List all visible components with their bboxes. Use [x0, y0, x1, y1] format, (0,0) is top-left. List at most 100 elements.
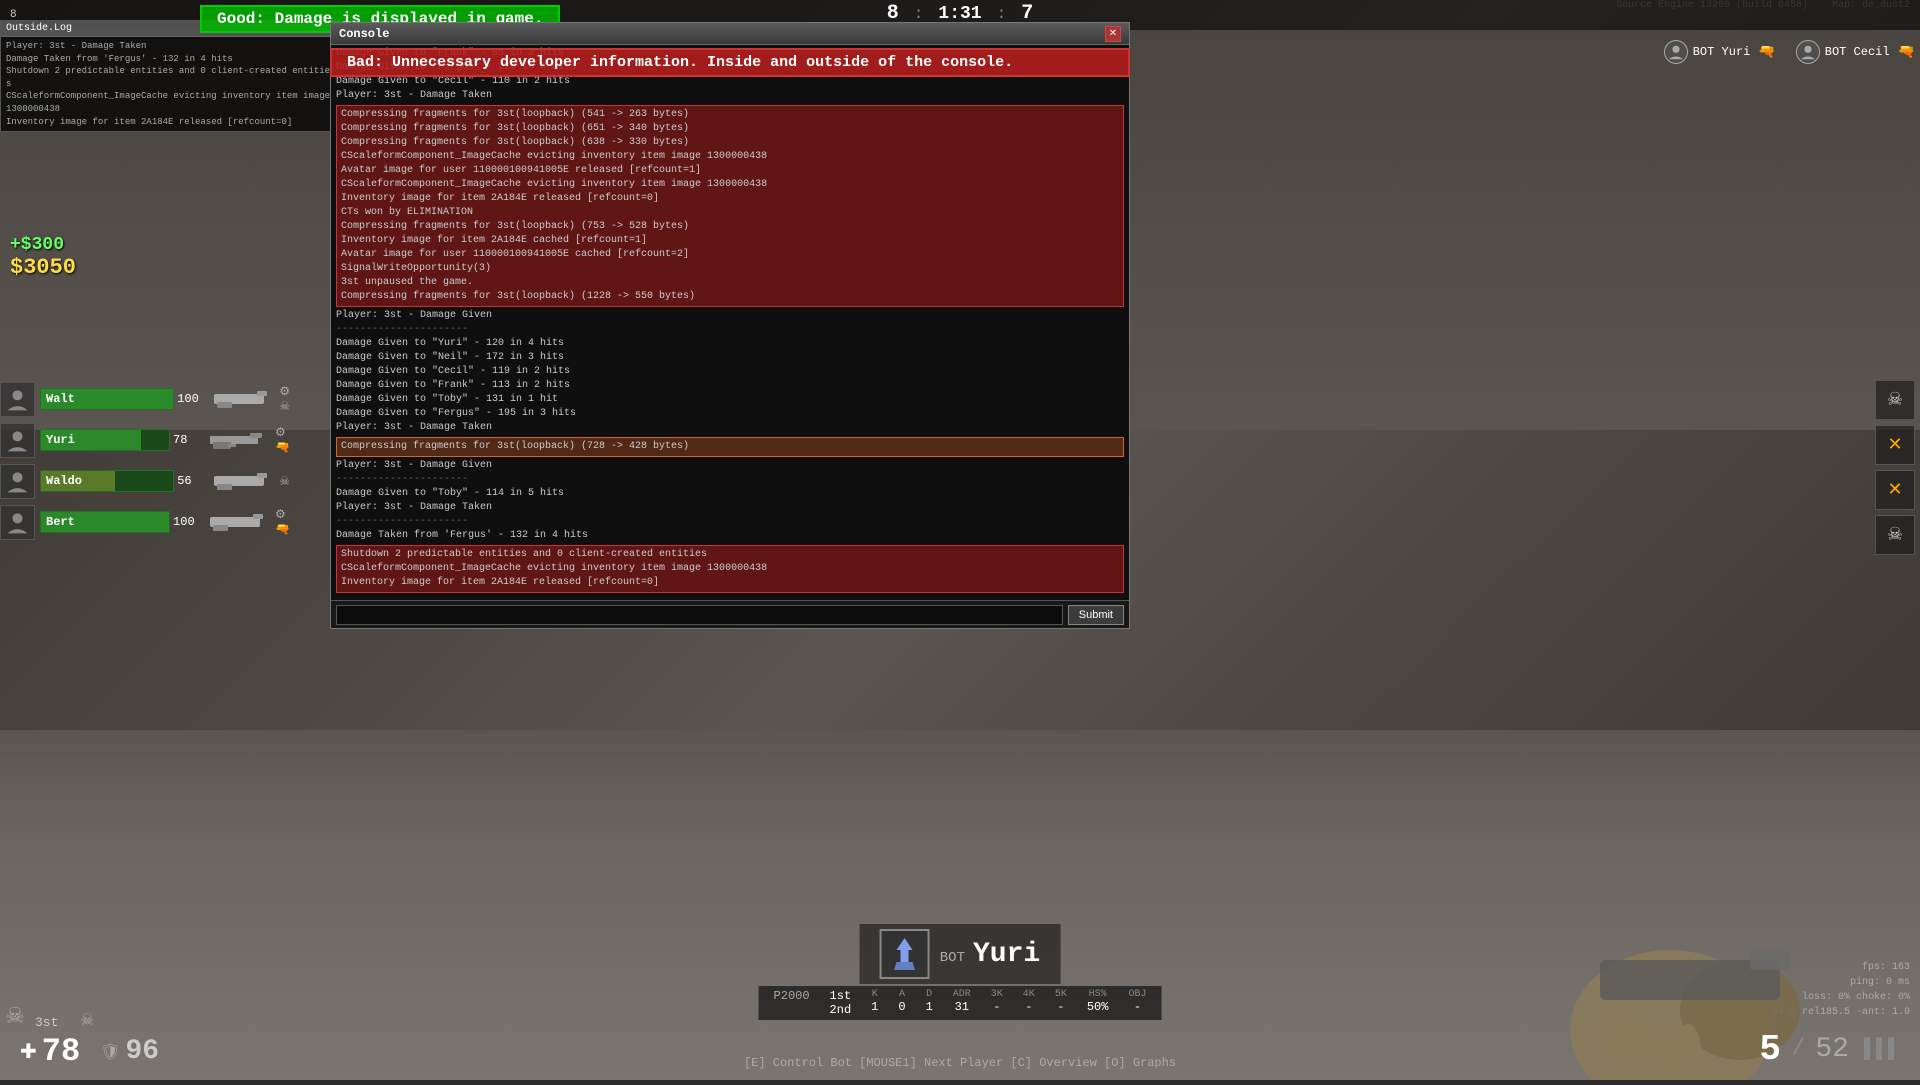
console-red-highlight-17: Compressing fragments for 3st(loopback) …	[336, 105, 1124, 307]
obj-label: OBJ	[1128, 989, 1146, 1000]
right-icon-x1: ✕	[1875, 425, 1915, 465]
outside-log-line-4: Inventory image for item 2A184E released…	[6, 116, 334, 129]
yuri-player-icon	[0, 423, 35, 458]
money-display: +$300 $3050	[10, 235, 76, 280]
bottom-right-hud: 5 / 52 ▌▌▌	[1759, 1029, 1900, 1070]
console-output[interactable]: Player: 3st - Damage Given--------------…	[331, 45, 1129, 600]
walt-health-bar: Walt	[40, 388, 174, 410]
console-line-15: Damage Given to "Cecil" - 110 in 2 hits	[336, 75, 1124, 89]
assists-col: A 0	[898, 989, 905, 1017]
adr-value: 31	[955, 1000, 969, 1014]
console-line-25: Damage Given to "Fergus" - 195 in 3 hits	[336, 407, 1124, 421]
bert-extra-icon-2: 🔫	[275, 522, 290, 537]
right-players-list: BOT Yuri 🔫 BOT Cecil 🔫	[1664, 40, 1920, 64]
yuri-name: BOT Yuri	[1693, 45, 1751, 59]
stats-bar: P2000 1st 2nd K 1 A 0 D 1 ADR 31 3K - 4K…	[759, 986, 1162, 1020]
console-line-28: Player: 3st - Damage Given	[336, 459, 1124, 473]
weapon-name-display: P2000	[774, 989, 810, 1003]
ammo-bars-icon: ▌▌▌	[1864, 1038, 1900, 1061]
4k-col: 4K -	[1023, 989, 1035, 1017]
ammo-current: 5	[1759, 1029, 1781, 1070]
walt-weapon	[207, 389, 277, 409]
bottom-left-hud: ✚ 78 🛡 96	[20, 1033, 159, 1070]
yuri-player-name: Yuri	[46, 433, 75, 447]
yuri-extra-icon-2: 🔫	[275, 440, 290, 455]
waldo-health-bar: Waldo	[40, 470, 174, 492]
kills-value: 1	[871, 1000, 878, 1014]
outside-log-line-3: CScaleformComponent_ImageCache evicting …	[6, 90, 334, 115]
console-title-bar: Console ✕	[331, 23, 1129, 45]
console-line-19: ----------------------	[336, 323, 1124, 337]
console-close-button[interactable]: ✕	[1105, 26, 1121, 42]
walt-extra-icon-1: ⚙	[279, 384, 290, 399]
waldo-extra-icon-1: ☠	[279, 474, 290, 489]
waldo-weapon	[207, 471, 277, 491]
kills-label: K	[872, 989, 878, 1000]
spectating-panel: BOT Yuri P2000 1st 2nd K 1 A 0 D 1 ADR 3…	[759, 924, 1162, 1020]
bert-name: Bert	[46, 515, 75, 529]
console-line-18: Player: 3st - Damage Given	[336, 309, 1124, 323]
player-row-walt: Walt 100 ⚙ ☠	[0, 380, 290, 418]
right-icon-x2: ✕	[1875, 470, 1915, 510]
yuri-hp: 78	[173, 433, 203, 447]
outside-log-line-0: Player: 3st - Damage Taken	[6, 40, 334, 53]
4k-label: 4K	[1023, 989, 1035, 1000]
console-line-33: Damage Taken from 'Fergus' - 132 in 4 hi…	[336, 529, 1124, 543]
rank-col: 1st 2nd	[830, 989, 852, 1017]
rank-val: 1st	[830, 989, 852, 1003]
hs-col: HS% 50%	[1087, 989, 1109, 1017]
weapon-display: P2000	[774, 989, 810, 1017]
yuri-health-bar: Yuri	[40, 429, 170, 451]
console-line-16: Player: 3st - Damage Taken	[336, 89, 1124, 103]
3k-label: 3K	[991, 989, 1003, 1000]
money-total: $3050	[10, 255, 76, 280]
skull-icon: ☠	[5, 1004, 25, 1030]
player-row-waldo: Waldo 56 ☠	[0, 462, 290, 500]
health-value: 78	[42, 1033, 80, 1070]
console-line-30: Damage Given to "Toby" - 114 in 5 hits	[336, 487, 1124, 501]
player-row-yuri: Yuri 78 ⚙ 🔫	[0, 421, 290, 459]
waldo-hp: 56	[177, 474, 207, 488]
console-input-field[interactable]	[336, 605, 1063, 625]
outside-log-panel: Outside.Log Player: 3st - Damage Taken D…	[0, 20, 340, 132]
yuri-weapon	[203, 430, 273, 450]
right-icon-skull2: ☠	[1875, 515, 1915, 555]
armor-icon: 🛡	[100, 1042, 120, 1062]
right-icon-skull: ☠	[1875, 380, 1915, 420]
health-icon: ✚	[20, 1039, 37, 1065]
cecil-name: BOT Cecil	[1825, 45, 1890, 59]
health-display: ✚ 78	[20, 1033, 80, 1070]
5k-label: 5K	[1055, 989, 1067, 1000]
cecil-avatar	[1796, 40, 1820, 64]
console-line-32: ----------------------	[336, 515, 1124, 529]
waldo-icon	[0, 464, 35, 499]
yuri-avatar	[1664, 40, 1688, 64]
bert-extra-icon-1: ⚙	[275, 507, 290, 522]
obj-value: -	[1134, 1000, 1141, 1014]
outside-log-line-1: Damage Taken from 'Fergus' - 132 in 4 hi…	[6, 53, 334, 66]
armor-display: 🛡 96	[100, 1036, 159, 1067]
rank2-val: 2nd	[830, 1003, 852, 1017]
obj-col: OBJ -	[1128, 989, 1146, 1017]
spectate-player-icon	[880, 929, 930, 979]
right-player-cecil: BOT Cecil 🔫	[1796, 40, 1915, 64]
kills-col: K 1	[871, 989, 878, 1017]
waldo-name: Waldo	[46, 474, 82, 488]
adr-col: ADR 31	[953, 989, 971, 1017]
bert-health-bar: Bert	[40, 511, 170, 533]
round-timer: 1:31	[938, 4, 981, 24]
console-submit-button[interactable]: Submit	[1068, 605, 1124, 625]
walt-extra-icon-2: ☠	[279, 399, 290, 414]
console-line-21: Damage Given to "Neil" - 172 in 3 hits	[336, 351, 1124, 365]
5k-value: -	[1057, 1000, 1064, 1014]
ammo-reserve: 52	[1815, 1034, 1849, 1065]
bert-icon	[0, 505, 35, 540]
spectating-name-group: BOT Yuri	[940, 939, 1040, 970]
spectating-player-name: Yuri	[973, 939, 1040, 970]
outside-log-line-2: Shutdown 2 predictable entities and 0 cl…	[6, 65, 334, 90]
score-separator2: :	[997, 5, 1007, 23]
3k-col: 3K -	[991, 989, 1003, 1017]
spectating-info: BOT Yuri	[860, 924, 1060, 984]
outside-log-content: Player: 3st - Damage Taken Damage Taken …	[1, 37, 339, 131]
control-hints: [E] Control Bot [MOUSE1] Next Player [C]…	[744, 1056, 1176, 1070]
